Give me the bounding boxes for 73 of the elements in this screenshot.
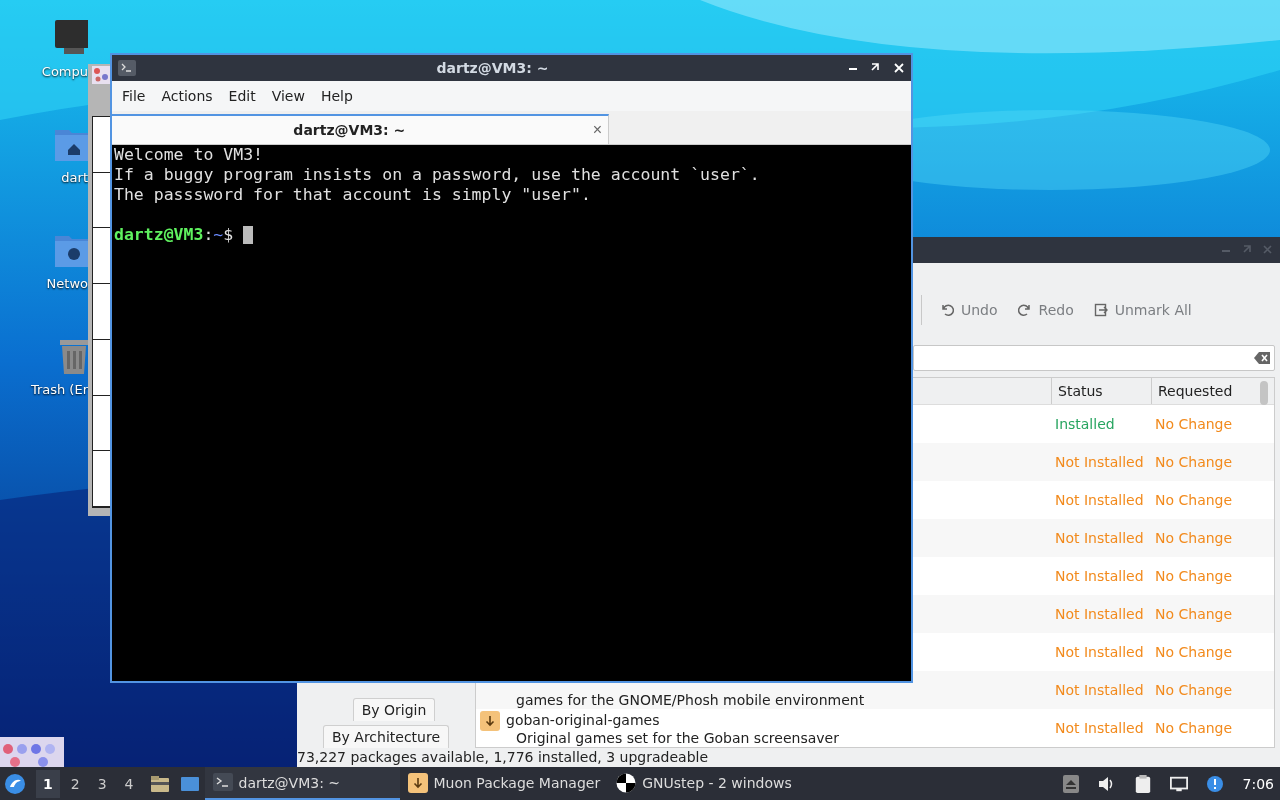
terminal-tab[interactable]: dartz@VM3: ~ × xyxy=(112,114,609,144)
app-icon[interactable] xyxy=(0,737,64,767)
requested-cell-text: No Change xyxy=(1154,606,1234,622)
redo-icon xyxy=(1017,303,1032,317)
file-manager-icon[interactable] xyxy=(149,774,170,793)
menu-item[interactable]: Edit xyxy=(220,84,264,108)
requested-cell-text: No Change xyxy=(1154,644,1234,660)
menu-item[interactable]: View xyxy=(263,84,313,108)
status-cell-text: Not Installed xyxy=(1054,682,1145,698)
undo-icon xyxy=(940,303,954,317)
close-tab-button[interactable]: × xyxy=(586,121,608,139)
status-cell-text: Installed xyxy=(1054,416,1116,432)
terminal-output-line: Welcome to VM3! xyxy=(114,145,264,165)
undo-button[interactable]: Undo xyxy=(936,298,1008,322)
terminal-icon xyxy=(118,60,136,76)
status-cell-text: Not Installed xyxy=(1054,644,1145,660)
package-description: Original games set for the Goban screensaver xyxy=(515,729,839,747)
workspace-button[interactable]: 1 xyxy=(36,769,60,798)
text-cursor xyxy=(243,226,254,244)
requested-cell-text: No Change xyxy=(1154,492,1234,508)
taskbar-button[interactable]: Muon Package Manager xyxy=(399,767,609,800)
show-desktop-icon[interactable] xyxy=(179,774,200,793)
status-cell-text: Not Installed xyxy=(1054,720,1145,736)
package-name[interactable]: goban-original-games xyxy=(506,711,839,729)
desktop-icon-label[interactable]: Trash (Er xyxy=(30,382,88,397)
circle-logo-icon xyxy=(616,772,637,793)
shell-prompt: dartz@VM3:~$ xyxy=(114,225,234,245)
taskbar-button[interactable]: dartz@VM3: ~ xyxy=(204,767,400,800)
status-text: 73,227 packages available, 1,776 installed, 3 upgradeable xyxy=(297,748,710,767)
workspace-button[interactable]: 4 xyxy=(117,769,141,798)
requested-cell-text: No Change xyxy=(1154,682,1234,698)
clear-icon[interactable] xyxy=(1254,352,1270,364)
menu-item[interactable]: File xyxy=(114,84,154,108)
requested-cell-text: No Change xyxy=(1154,720,1234,736)
start-menu-icon[interactable] xyxy=(4,772,26,795)
filter-tab[interactable]: By Architecture xyxy=(322,725,450,748)
redo-button[interactable]: Redo xyxy=(1013,298,1084,322)
terminal-output-line: The passsword for that account is simply "user". xyxy=(114,185,592,205)
package-description: games for the GNOME/Phosh mobile environment xyxy=(515,691,865,709)
clipboard-icon[interactable] xyxy=(1133,774,1152,793)
menu-item[interactable]: Actions xyxy=(153,84,221,108)
unmark-icon xyxy=(1093,303,1108,317)
column-header[interactable]: Status xyxy=(1051,378,1151,404)
scrollbar-thumb[interactable] xyxy=(1260,381,1268,405)
package-icon xyxy=(407,772,428,793)
eject-icon[interactable] xyxy=(1061,774,1080,793)
status-cell-text: Not Installed xyxy=(1054,606,1145,622)
menu-item[interactable]: Help xyxy=(312,84,361,108)
workspace-button[interactable]: 2 xyxy=(63,769,87,798)
requested-cell-text: No Change xyxy=(1154,568,1234,584)
app-icon xyxy=(92,66,110,84)
desktop-icon-label[interactable]: Netwo xyxy=(46,276,88,291)
window-title: dartz@VM3: ~ xyxy=(435,60,550,76)
taskbar-button[interactable]: GNUstep - 2 windows xyxy=(608,767,800,800)
requested-cell-text: No Change xyxy=(1154,454,1234,470)
package-icon xyxy=(480,711,500,731)
filter-tab[interactable]: By Origin xyxy=(352,698,436,721)
unmark-button[interactable]: Unmark All xyxy=(1089,298,1202,322)
notification-icon[interactable] xyxy=(1205,774,1224,793)
clock: 7:06 xyxy=(1242,775,1274,792)
terminal-output-line: If a buggy program insists on a password, use the account `user`. xyxy=(114,165,761,185)
terminal-icon xyxy=(212,772,233,793)
status-cell-text: Not Installed xyxy=(1054,492,1145,508)
requested-cell-text: No Change xyxy=(1154,416,1234,432)
workspace-button[interactable]: 3 xyxy=(90,769,114,798)
column-header[interactable]: Requested xyxy=(1151,378,1254,404)
window-controls-icon[interactable] xyxy=(849,63,905,73)
search-field[interactable] xyxy=(913,345,1275,371)
network-icon[interactable] xyxy=(1169,774,1188,793)
status-cell-text: Not Installed xyxy=(1054,454,1145,470)
requested-cell-text: No Change xyxy=(1154,530,1234,546)
status-cell-text: Not Installed xyxy=(1054,530,1145,546)
status-cell-text: Not Installed xyxy=(1054,568,1145,584)
